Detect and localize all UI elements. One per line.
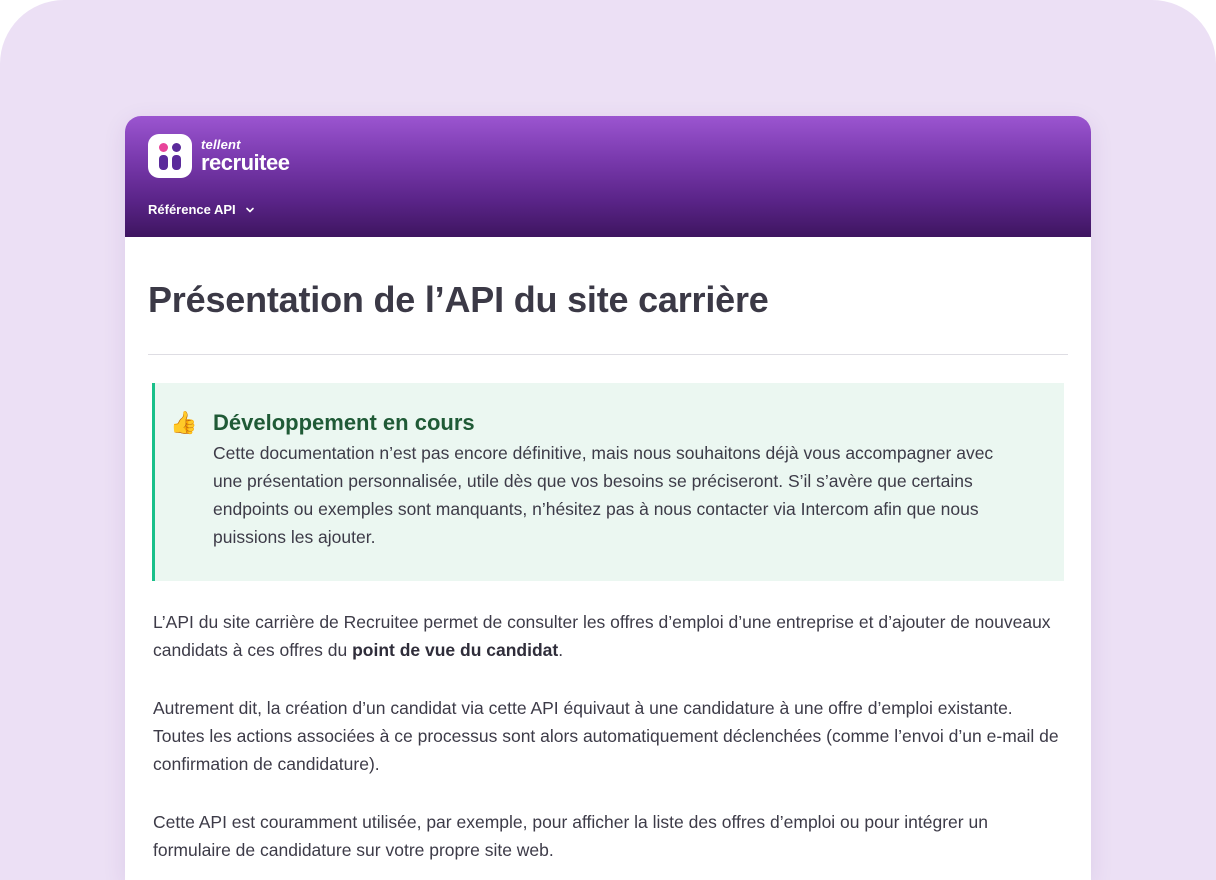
- api-reference-label: Référence API: [148, 202, 236, 217]
- callout-title: Développement en cours: [213, 410, 475, 435]
- intro-end: .: [558, 640, 564, 660]
- logo-dot-purple: [172, 143, 181, 152]
- logo-bar-right: [172, 155, 181, 170]
- article-content: Présentation de l’API du site carrière 👍…: [125, 237, 1091, 864]
- logo-bar-left: [159, 155, 168, 170]
- logo-wordmark: tellent recruitee: [201, 138, 290, 175]
- background-canvas: tellent recruitee Référence API Présenta…: [0, 0, 1216, 880]
- third-paragraph: Cette API est couramment utilisée, par e…: [153, 812, 988, 860]
- title-divider: [148, 354, 1068, 355]
- logo-mark-icon: [148, 134, 192, 178]
- logo-product: recruitee: [201, 150, 290, 175]
- page-title: Présentation de l’API du site carrière: [148, 279, 769, 320]
- api-reference-dropdown[interactable]: Référence API: [148, 202, 255, 217]
- recruitee-logo[interactable]: tellent recruitee: [148, 134, 290, 178]
- thumbs-up-icon: 👍: [170, 410, 198, 435]
- chevron-down-icon: [245, 207, 254, 212]
- info-callout: 👍 Développement en cours Cette documenta…: [152, 383, 1064, 581]
- docs-window: tellent recruitee Référence API Présenta…: [125, 116, 1091, 880]
- callout-body: Développement en cours Cette documentati…: [213, 409, 1026, 551]
- second-paragraph: Autrement dit, la création d’un candidat…: [153, 698, 1059, 774]
- callout-text: Cette documentation n’est pas encore déf…: [213, 443, 994, 547]
- logo-dot-pink: [159, 143, 168, 152]
- intro-bold-text: point de vue du candidat: [352, 640, 559, 660]
- intro-paragraph: L’API du site carrière de Recruitee perm…: [153, 608, 1064, 664]
- site-header: tellent recruitee Référence API: [125, 116, 1091, 237]
- intro-text: L’API du site carrière de Recruitee perm…: [153, 612, 1051, 660]
